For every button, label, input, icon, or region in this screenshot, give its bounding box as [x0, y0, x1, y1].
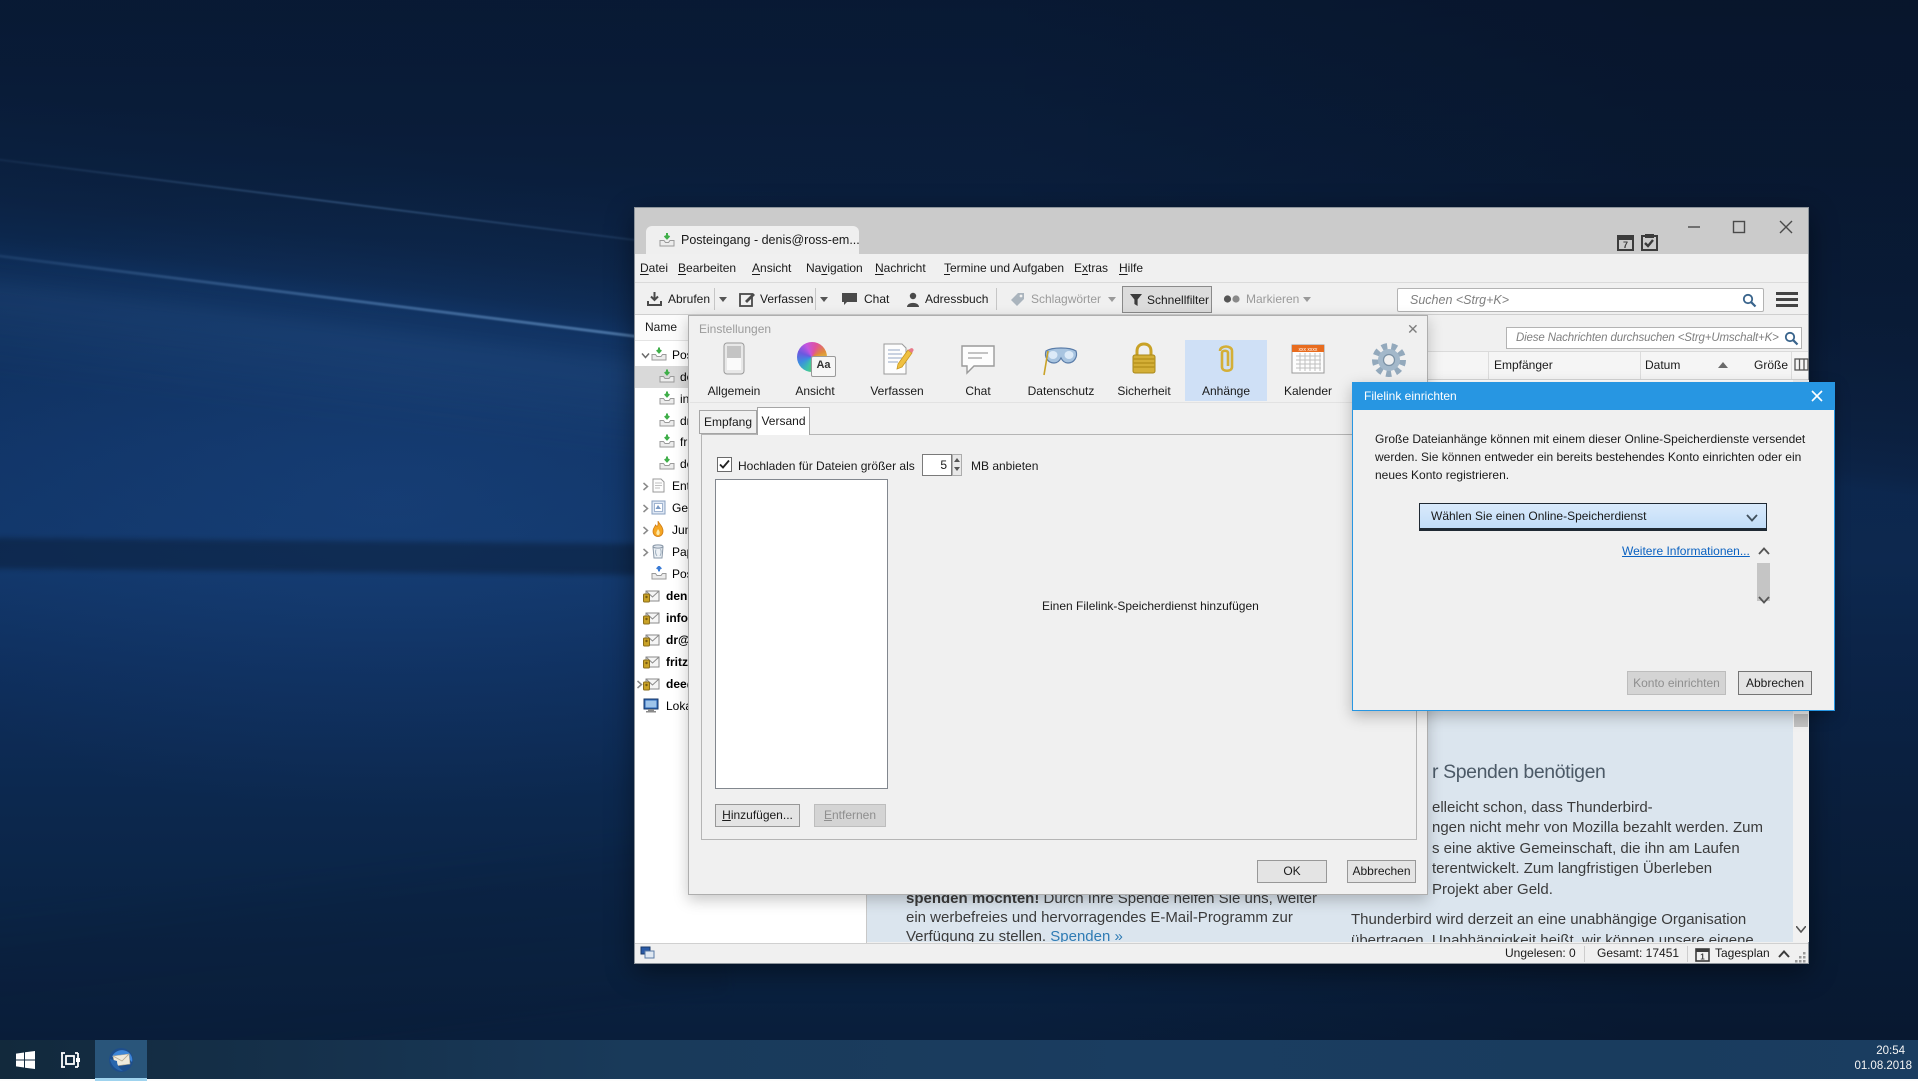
svg-text:1: 1	[1700, 953, 1705, 962]
svg-text:7: 7	[1623, 240, 1628, 250]
svg-text:xxx xxxx: xxx xxxx	[1299, 347, 1318, 353]
